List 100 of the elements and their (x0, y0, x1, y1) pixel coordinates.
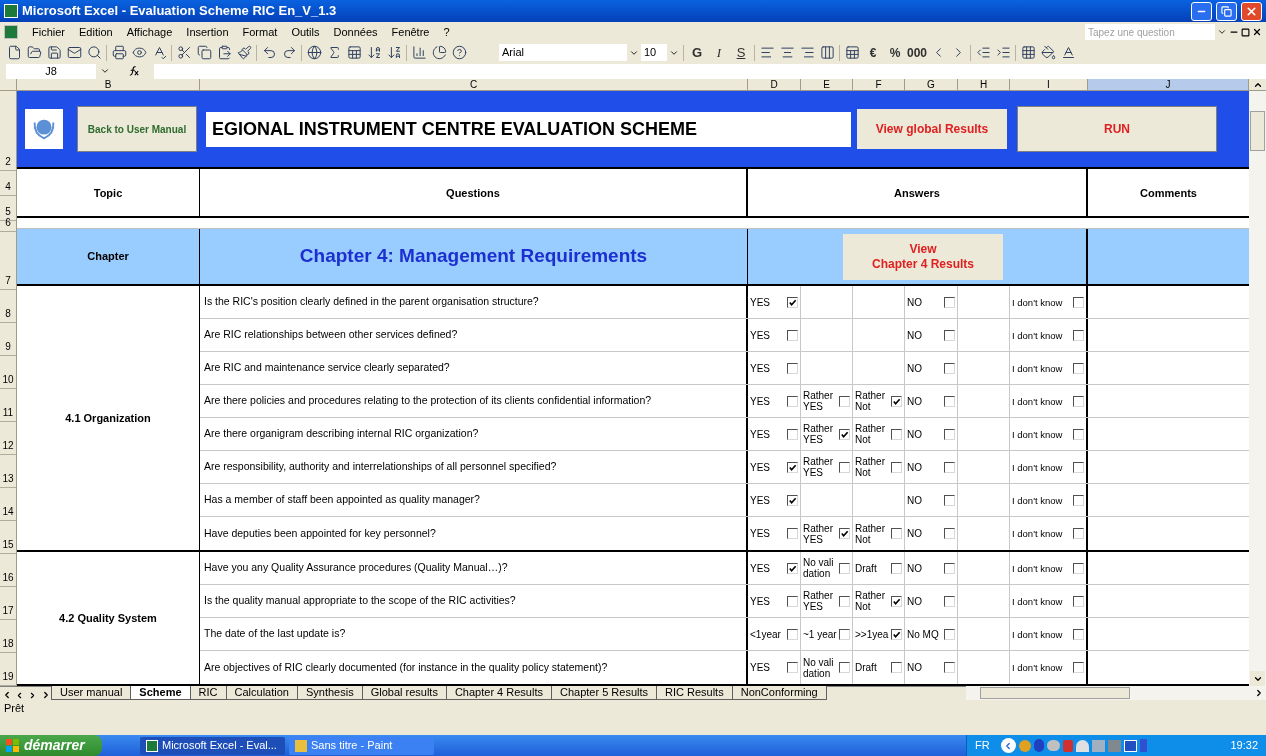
checkbox[interactable] (839, 628, 850, 640)
row-number[interactable]: 13 (0, 455, 16, 488)
row-number[interactable]: 2 (0, 91, 16, 171)
row-number[interactable]: 7 (0, 232, 16, 290)
checkbox[interactable] (839, 461, 850, 473)
row-number[interactable]: 14 (0, 488, 16, 521)
name-box[interactable]: J8 (6, 63, 96, 79)
checkbox[interactable] (787, 296, 798, 308)
start-button[interactable]: démarrer (0, 735, 102, 756)
checkbox[interactable] (944, 528, 955, 539)
menu-item[interactable]: ? (437, 23, 456, 41)
checkbox[interactable] (1073, 528, 1084, 539)
checkbox[interactable] (891, 528, 902, 539)
sheet-tab[interactable]: Calculation (225, 686, 298, 700)
checkbox[interactable] (944, 329, 955, 341)
menu-item[interactable]: Données (327, 23, 384, 41)
row-number[interactable]: 15 (0, 521, 16, 554)
wifi-icon[interactable] (1075, 739, 1089, 752)
number-format-button[interactable]: € (862, 43, 884, 62)
font-field[interactable]: Arial (499, 44, 627, 61)
sheet-tab[interactable]: Chapter 4 Results (445, 686, 552, 700)
restore-icon[interactable] (1241, 27, 1250, 37)
formula-field[interactable] (154, 63, 1266, 79)
checkbox[interactable] (839, 428, 850, 440)
checkbox[interactable] (944, 595, 955, 607)
checkbox[interactable] (1073, 362, 1084, 374)
checkbox[interactable] (1073, 662, 1084, 673)
row-number[interactable]: 10 (0, 356, 16, 389)
checkbox[interactable] (891, 461, 902, 473)
taskbar-button[interactable]: Sans titre - Paint (289, 736, 434, 755)
checkbox[interactable] (787, 494, 798, 506)
sheet-tab[interactable]: User manual (51, 686, 132, 700)
fill-icon[interactable] (1038, 43, 1058, 62)
checkbox[interactable] (891, 628, 902, 640)
checkbox[interactable] (787, 562, 798, 574)
checkbox[interactable] (787, 595, 798, 607)
menu-item[interactable]: Affichage (120, 23, 179, 41)
checkbox[interactable] (944, 428, 955, 440)
menu-item[interactable]: Fichier (26, 23, 71, 41)
scroll-thumb[interactable] (1250, 111, 1265, 151)
row-number[interactable]: 19 (0, 653, 16, 686)
tray-expand-icon[interactable] (1000, 738, 1016, 753)
checkbox[interactable] (891, 562, 902, 574)
back-to-manual-button[interactable]: Back to User Manual (77, 106, 197, 153)
scroll-down-button[interactable] (1250, 671, 1265, 686)
sheet-tab[interactable]: Global results (361, 686, 447, 700)
device-icon[interactable] (1123, 739, 1137, 752)
sheet-tab[interactable]: NonConforming (731, 686, 827, 700)
menu-item[interactable]: Fenêtre (385, 23, 436, 41)
dropdown-icon[interactable] (100, 66, 110, 76)
close-button[interactable] (1241, 1, 1262, 21)
row-number[interactable]: 9 (0, 323, 16, 356)
menu-item[interactable]: Format (236, 23, 284, 41)
close-icon[interactable] (1252, 27, 1262, 37)
checkbox[interactable] (891, 395, 902, 407)
row-number[interactable]: 11 (0, 389, 16, 422)
minimize-button[interactable] (1191, 1, 1212, 21)
checkbox[interactable] (944, 362, 955, 374)
next-sheet-icon[interactable] (28, 691, 37, 700)
taskbar-button[interactable]: Microsoft Excel - Eval... (140, 736, 285, 755)
checkbox[interactable] (787, 461, 798, 473)
row-number[interactable]: 4 (0, 171, 16, 196)
number-format-button[interactable]: % (884, 43, 906, 62)
checkbox[interactable] (787, 362, 798, 374)
checkbox[interactable] (787, 395, 798, 407)
checkbox[interactable] (891, 428, 902, 440)
sheet-tab[interactable]: Scheme (130, 686, 191, 700)
checkbox[interactable] (944, 662, 955, 673)
checkbox[interactable] (1073, 296, 1084, 308)
dropdown-icon[interactable] (1217, 27, 1227, 37)
checkbox[interactable] (1073, 494, 1084, 506)
sheet-tab[interactable]: RIC Results (656, 686, 733, 700)
sheet-tab[interactable]: RIC (189, 686, 227, 700)
column-header[interactable]: J (1088, 79, 1249, 90)
checkbox[interactable] (944, 494, 955, 506)
checkbox[interactable] (1073, 628, 1084, 640)
vertical-scrollbar[interactable] (1249, 91, 1266, 686)
checkbox[interactable] (787, 428, 798, 440)
menu-item[interactable]: Edition (73, 23, 119, 41)
checkbox[interactable] (839, 662, 850, 673)
checkbox[interactable] (891, 595, 902, 607)
checkbox[interactable] (1073, 428, 1084, 440)
format-button[interactable]: G (686, 42, 708, 63)
format-button[interactable]: I (708, 42, 730, 63)
checkbox[interactable] (944, 628, 955, 640)
restore-button[interactable] (1216, 1, 1237, 21)
horizontal-scrollbar[interactable] (966, 686, 1266, 700)
checkbox[interactable] (839, 528, 850, 539)
row-number[interactable]: 8 (0, 290, 16, 323)
checkbox[interactable] (839, 595, 850, 607)
checkbox[interactable] (787, 662, 798, 673)
checkbox[interactable] (1073, 562, 1084, 574)
sheet-tab[interactable]: Synthesis (296, 686, 363, 700)
row-number[interactable]: 18 (0, 620, 16, 653)
checkbox[interactable] (787, 528, 798, 539)
view-global-results-button[interactable]: View global Results (857, 109, 1007, 150)
scroll-thumb[interactable] (980, 687, 1130, 699)
font-size-field[interactable]: 10 (641, 44, 667, 61)
checkbox[interactable] (1073, 595, 1084, 607)
run-button[interactable]: RUN (1017, 106, 1217, 153)
